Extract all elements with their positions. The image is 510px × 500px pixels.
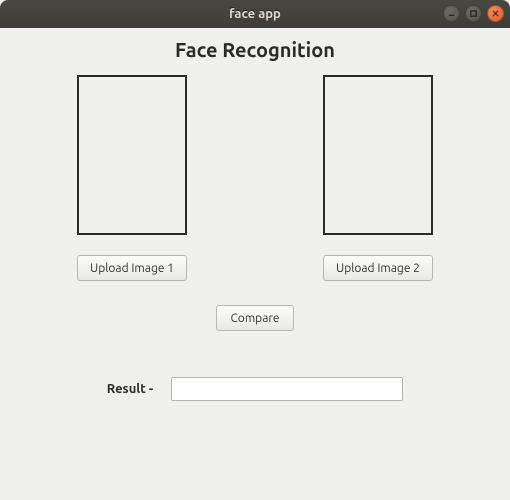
maximize-button[interactable]	[465, 5, 482, 22]
result-row: Result -	[0, 377, 510, 401]
result-label: Result -	[107, 382, 153, 396]
image-slot-1	[77, 75, 187, 235]
upload-image-2-button[interactable]: Upload Image 2	[323, 255, 433, 281]
window-controls	[443, 5, 504, 22]
compare-row: Compare	[0, 305, 510, 331]
minimize-icon	[447, 9, 456, 18]
maximize-icon	[469, 9, 478, 18]
window-titlebar: face app	[0, 0, 510, 28]
image-slot-2	[323, 75, 433, 235]
image-slots-row	[0, 75, 510, 235]
close-button[interactable]	[487, 5, 504, 22]
upload-image-1-button[interactable]: Upload Image 1	[77, 255, 187, 281]
minimize-button[interactable]	[443, 5, 460, 22]
compare-button[interactable]: Compare	[216, 305, 294, 331]
close-icon	[491, 9, 500, 18]
page-title: Face Recognition	[0, 38, 510, 61]
upload-buttons-row: Upload Image 1 Upload Image 2	[0, 255, 510, 281]
result-output[interactable]	[171, 377, 403, 401]
window-title: face app	[0, 7, 510, 21]
app-client-area: Face Recognition Upload Image 1 Upload I…	[0, 28, 510, 500]
